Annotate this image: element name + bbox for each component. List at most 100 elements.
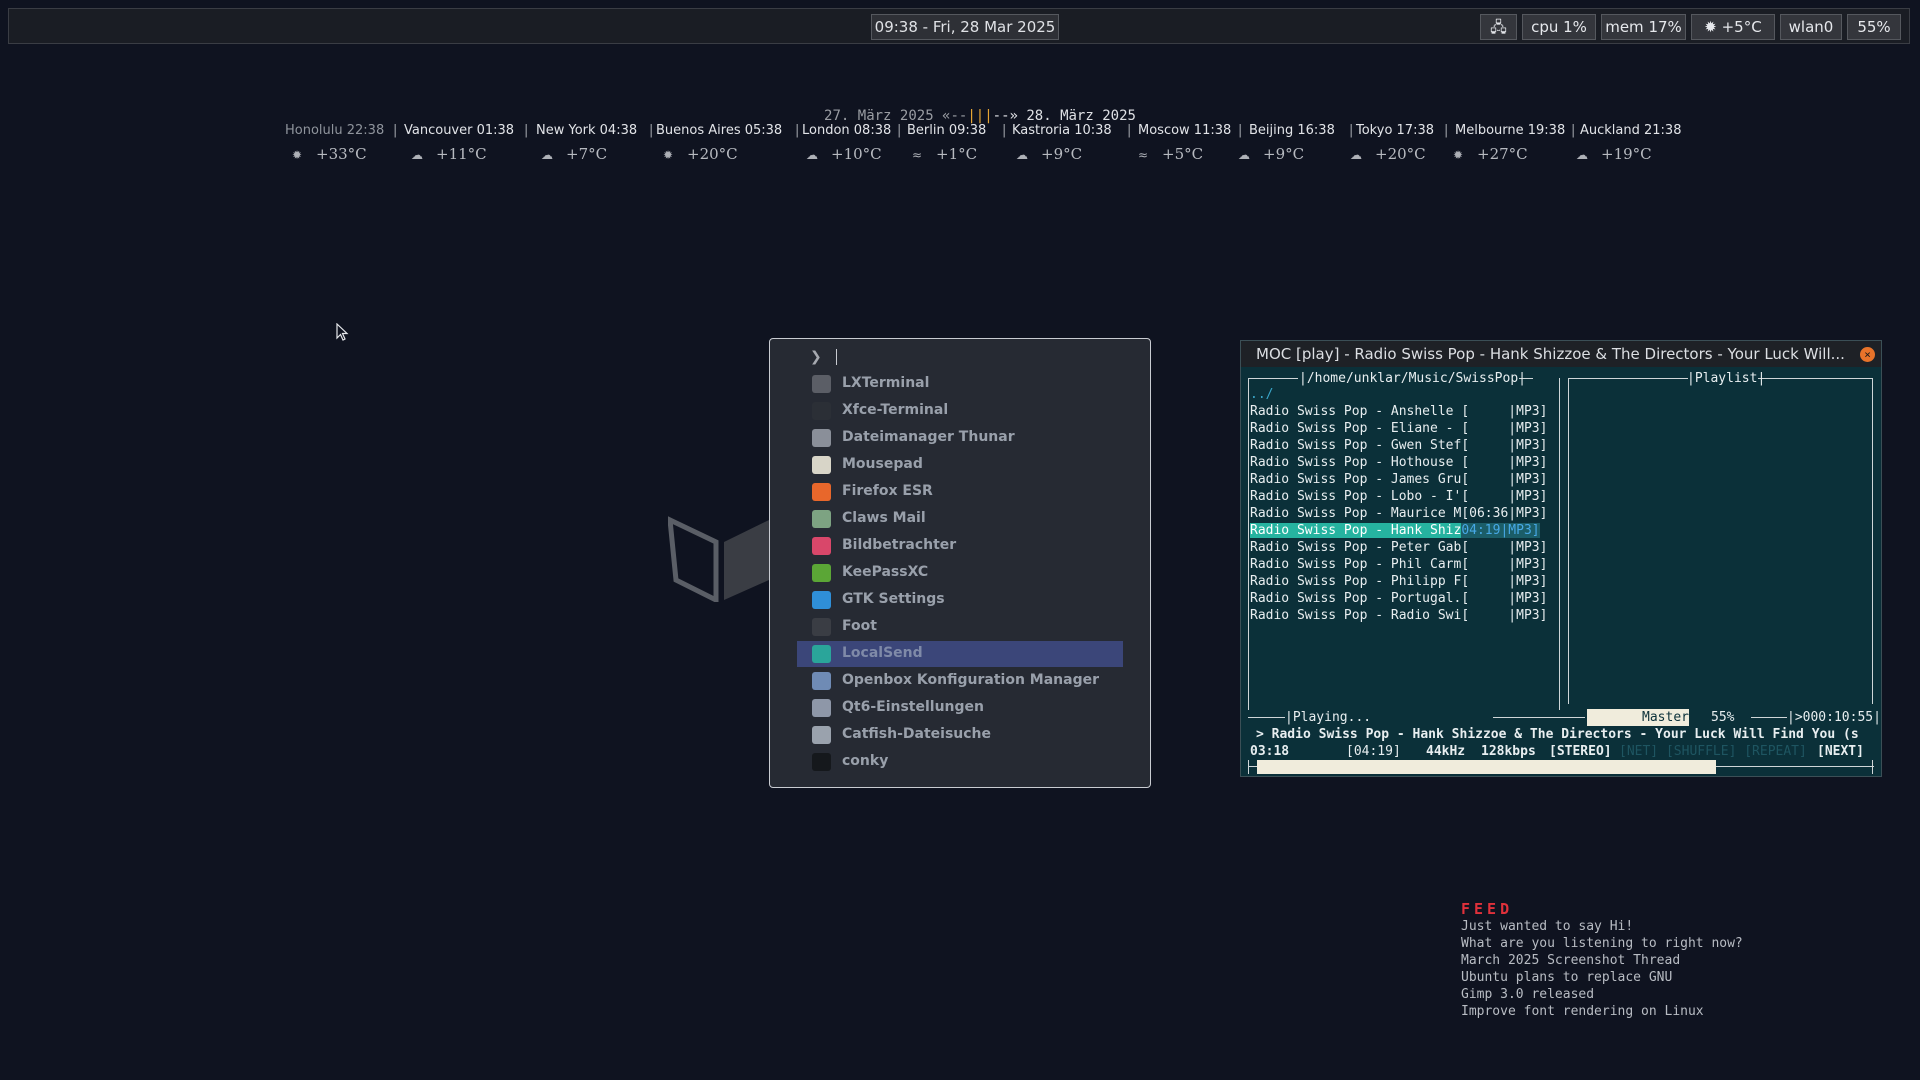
playlist-file-row[interactable]: Radio Swiss Pop - Phil Carm[ |MP3]	[1250, 556, 1547, 573]
feed-item[interactable]: What are you listening to right now?	[1461, 935, 1743, 952]
launcher-item-label: Claws Mail	[842, 510, 926, 526]
feed-item[interactable]: Improve font rendering on Linux	[1461, 1003, 1743, 1020]
mixer-bar[interactable]: Master	[1587, 709, 1689, 726]
launcher-search-input[interactable]: ❯	[810, 349, 837, 365]
cloud-icon: ☁	[541, 148, 553, 162]
launcher-item-xfce-terminal[interactable]: Xfce-Terminal	[797, 398, 1123, 424]
playlist-file-row[interactable]: Radio Swiss Pop - Gwen Stef[ |MP3]	[1250, 437, 1547, 454]
cloud-icon: ☁	[411, 148, 423, 162]
playlist-file-row[interactable]: Radio Swiss Pop - Eliane - [ |MP3]	[1250, 420, 1547, 437]
elapsed-time: 03:18	[1250, 744, 1290, 759]
city-label: Berlin 09:38	[907, 123, 987, 138]
playlist-file-row[interactable]: Radio Swiss Pop - Portugal.[ |MP3]	[1250, 590, 1547, 607]
cpu-indicator[interactable]: cpu 1%	[1522, 14, 1596, 40]
launcher-item-foot[interactable]: Foot	[797, 614, 1123, 640]
feed-item[interactable]: Gimp 3.0 released	[1461, 986, 1743, 1003]
launcher-item-label: LocalSend	[842, 645, 923, 661]
app-launcher: ❯ LXTerminal Xfce-Terminal Dateimanager Th…	[769, 338, 1151, 788]
city-label: Tokyo 17:38	[1356, 123, 1434, 138]
city-label: Vancouver 01:38	[404, 123, 515, 138]
cloud-icon: ☁	[1238, 148, 1250, 162]
city-weather: ✹ +33°C	[291, 145, 367, 163]
playlist-file-row[interactable]: Radio Swiss Pop - Radio Swi[ |MP3]	[1250, 607, 1547, 624]
city-weather: ☁ +11°C	[411, 145, 487, 163]
feed-item[interactable]: March 2025 Screenshot Thread	[1461, 952, 1743, 969]
city-label: Kastroria 10:38	[1012, 123, 1112, 138]
launcher-item-qt6-einstellungen[interactable]: Qt6-Einstellungen	[797, 695, 1123, 721]
mouse-pointer-icon	[336, 323, 349, 341]
wlan-indicator[interactable]: wlan0	[1780, 14, 1842, 40]
launcher-item-claws-mail[interactable]: Claws Mail	[797, 506, 1123, 532]
launcher-item-conky[interactable]: conky	[797, 749, 1123, 775]
now-playing-title: > Radio Swiss Pop - Hank Shizzoe & The D…	[1256, 727, 1859, 742]
launcher-item-label: Dateimanager Thunar	[842, 429, 1015, 445]
playlist-file-row[interactable]: Radio Swiss Pop - Anshelle [ |MP3]	[1250, 403, 1547, 420]
image-viewer-icon	[812, 537, 831, 555]
launcher-item-label: conky	[842, 753, 889, 769]
playlist-file-row[interactable]: Radio Swiss Pop - Peter Gab[ |MP3]	[1250, 539, 1547, 556]
playlist-file-row[interactable]: Radio Swiss Pop - Hank Shiz04:19|MP3]	[1250, 522, 1540, 539]
playlist-file-row[interactable]: Radio Swiss Pop - Maurice M[06:36|MP3]	[1250, 505, 1547, 522]
launcher-item-openbox-konfiguration-manager[interactable]: Openbox Konfiguration Manager	[797, 668, 1123, 694]
top-panel: 09:38 - Fri, 28 Mar 2025 🖧 cpu 1% mem 17…	[8, 8, 1910, 44]
city-label: Honolulu 22:38	[285, 123, 385, 138]
date-line: 27. März 2025 «--|||--» 28. März 2025	[270, 108, 1690, 124]
keepassxc-icon	[812, 564, 831, 582]
inactive-flags: [NET] [SHUFFLE] [REPEAT]	[1619, 744, 1807, 759]
weather-indicator[interactable]: ✹ +5°C	[1691, 14, 1775, 40]
city-label: Melbourne 19:38	[1455, 123, 1566, 138]
city-label: Moscow 11:38	[1138, 123, 1232, 138]
launcher-item-label: Qt6-Einstellungen	[842, 699, 985, 715]
current-date: --» 28. März 2025	[992, 108, 1136, 124]
next-flag: [NEXT]	[1817, 744, 1864, 759]
playback-progress-bar[interactable]	[1257, 760, 1861, 774]
launcher-item-label: Catfish-Dateisuche	[842, 726, 992, 742]
feed-item[interactable]: Just wanted to say Hi!	[1461, 918, 1743, 935]
openbox-config-icon	[812, 672, 831, 690]
window-title[interactable]: MOC [play] - Radio Swiss Pop - Hank Shiz…	[1241, 341, 1881, 367]
feed-item[interactable]: Ubuntu plans to replace GNU	[1461, 969, 1743, 986]
close-icon[interactable]: ×	[1860, 347, 1875, 362]
city-weather: ✹ +27°C	[1452, 145, 1528, 163]
launcher-item-firefox-esr[interactable]: Firefox ESR	[797, 479, 1123, 505]
localsend-icon	[812, 645, 831, 663]
launcher-item-mousepad[interactable]: Mousepad	[797, 452, 1123, 478]
launcher-item-gtk-settings[interactable]: GTK Settings	[797, 587, 1123, 613]
city-weather: ☁ +9°C	[1238, 145, 1305, 163]
city-list: Honolulu 22:38 | Vancouver 01:38 | New Y…	[285, 123, 1682, 138]
launcher-item-label: KeePassXC	[842, 564, 929, 580]
playlist-file-row[interactable]: Radio Swiss Pop - Lobo - I'[ |MP3]	[1250, 488, 1547, 505]
launcher-item-label: GTK Settings	[842, 591, 945, 607]
playlist-file-row[interactable]: Radio Swiss Pop - Hothouse [ |MP3]	[1250, 454, 1547, 471]
launcher-item-label: Bildbetrachter	[842, 537, 957, 553]
city-weather: ✹ +20°C	[662, 145, 738, 163]
parent-directory-link[interactable]: ../	[1250, 386, 1273, 403]
cloud-icon: ☁	[1350, 148, 1362, 162]
playlist-file-row[interactable]: Radio Swiss Pop - James Gru[ |MP3]	[1250, 471, 1547, 488]
playlist-file-row[interactable]: Radio Swiss Pop - Philipp F[ |MP3]	[1250, 573, 1547, 590]
desktop-cube-logo	[668, 516, 769, 602]
moc-music-player-window: MOC [play] - Radio Swiss Pop - Hank Shiz…	[1240, 340, 1882, 777]
battery-indicator[interactable]: 55%	[1847, 14, 1901, 40]
launcher-item-catfish-dateisuche[interactable]: Catfish-Dateisuche	[797, 722, 1123, 748]
launcher-item-dateimanager-thunar[interactable]: Dateimanager Thunar	[797, 425, 1123, 451]
sun-icon: ✹	[1452, 148, 1464, 162]
thunar-icon	[812, 429, 831, 447]
city-label: New York 04:38	[536, 123, 638, 138]
launcher-item-keepassxc[interactable]: KeePassXC	[797, 560, 1123, 586]
date-divider: |||	[967, 108, 993, 124]
firefox-icon	[812, 483, 831, 501]
launcher-item-localsend[interactable]: LocalSend	[797, 641, 1123, 667]
launcher-item-bildbetrachter[interactable]: Bildbetrachter	[797, 533, 1123, 559]
gtk-settings-icon	[812, 591, 831, 609]
clock[interactable]: 09:38 - Fri, 28 Mar 2025	[871, 14, 1059, 40]
launcher-item-lxterminal[interactable]: LXTerminal	[797, 371, 1123, 397]
mousepad-icon	[812, 456, 831, 474]
mem-indicator[interactable]: mem 17%	[1601, 14, 1686, 40]
network-tray-icon[interactable]: 🖧	[1480, 14, 1517, 40]
sample-rate: 44kHz	[1426, 744, 1466, 759]
rss-feed-widget: FEED Just wanted to say Hi! What are you …	[1461, 900, 1743, 1020]
qt-settings-icon	[812, 699, 831, 717]
city-weather: ☁ +19°C	[1576, 145, 1652, 163]
play-status: |Playing...	[1285, 710, 1372, 725]
